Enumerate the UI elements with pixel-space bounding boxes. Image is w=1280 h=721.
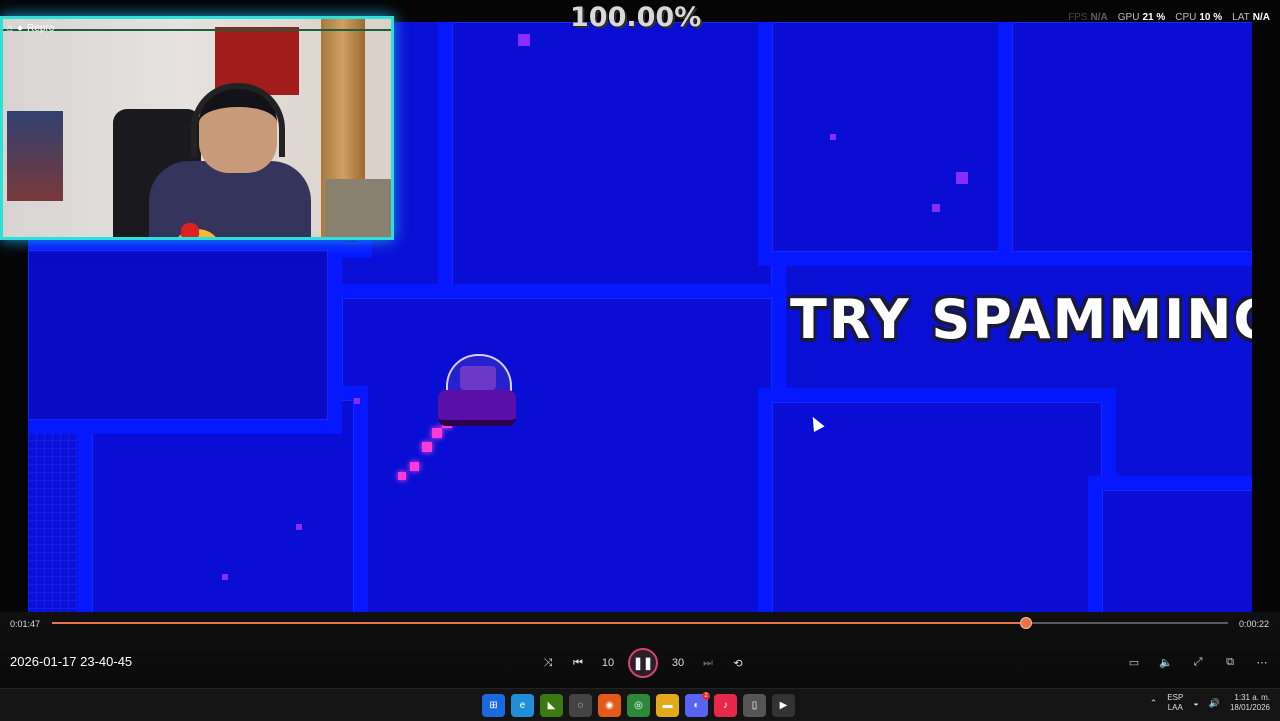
previous-button[interactable]: ⏮ — [568, 653, 588, 673]
taskbar-apps: ⊞ e ◣ ◌ ◉ ◎ ▬ ◐ 2 ♪ ▯ ▶ — [482, 692, 795, 717]
shuffle-button[interactable]: ⤨ — [538, 653, 558, 673]
stat-fps: FPS N/A — [1068, 12, 1108, 23]
volume-icon: 🔈 — [1159, 656, 1173, 669]
hint-text: TRY SPAMMING — [790, 288, 1252, 351]
next-icon: ⏭ — [703, 656, 713, 669]
level-block — [438, 22, 786, 306]
level-block — [1088, 476, 1252, 612]
seek-bar-thumb[interactable] — [1019, 617, 1032, 629]
elapsed-time: 0:01:47 — [10, 619, 41, 629]
overlay-label: Repro — [27, 23, 55, 34]
particle — [956, 172, 968, 184]
clock[interactable]: 1:31 a. m. 18/01/2026 — [1230, 693, 1270, 713]
fullscreen-button[interactable]: ⤢ — [1188, 652, 1208, 672]
miniplayer-button[interactable]: ⧉ — [1220, 652, 1240, 672]
system-tray: ⌃ ESP LAA ◒ 🔊 1:31 a. m. 18/01/2026 — [1150, 693, 1270, 713]
player-ufo-ship — [438, 390, 516, 426]
input-language[interactable]: ESP LAA — [1167, 693, 1183, 713]
record-icon: ● — [17, 23, 24, 34]
particle — [296, 524, 302, 530]
seek-bar-fill — [52, 622, 1026, 624]
captions-button[interactable]: ▭ — [1124, 652, 1144, 672]
pause-button[interactable]: ❚❚ — [628, 648, 658, 678]
tiktok-icon[interactable]: ♪ — [714, 694, 737, 717]
clock-date: 18/01/2026 — [1229, 703, 1270, 712]
pause-icon: ❚❚ — [632, 656, 654, 670]
player-trail — [432, 428, 442, 438]
player-trail — [422, 442, 432, 452]
repeat-icon: ⟲ — [733, 657, 743, 670]
file-explorer-icon[interactable]: ▬ — [656, 694, 679, 717]
rewind-10-button[interactable]: 10 — [598, 653, 618, 673]
particle — [354, 398, 360, 404]
view-controls: ▭ 🔈 ⤢ ⧉ ⋯ — [1124, 652, 1272, 672]
taskbar: ⊞ e ◣ ◌ ◉ ◎ ▬ ◐ 2 ♪ ▯ ▶ ⌃ ESP LAA ◒ 🔊 1:31 a. m. 18… — [0, 688, 1280, 721]
video-area[interactable]: TRY SPAMMING 100.00% FPS N/A GPU 21 % CPU 1… — [0, 0, 1280, 612]
player-trail — [398, 472, 406, 480]
shuffle-icon: ⤨ — [543, 656, 553, 669]
nvidia-icon[interactable]: ◣ — [540, 694, 563, 717]
start-icon[interactable]: ⊞ — [482, 694, 505, 717]
level-block — [758, 22, 1026, 266]
wifi-icon[interactable]: ◒ — [1193, 698, 1198, 708]
level-block — [998, 22, 1252, 266]
media-controls: 0:01:47 0:00:22 2026-01-17 23-40-45 ⤨ ⏮ … — [0, 612, 1280, 688]
stat-cpu: CPU 10 % — [1175, 12, 1223, 23]
webcam-shelf — [7, 111, 63, 201]
particle — [932, 204, 940, 212]
notification-badge: 2 — [702, 692, 710, 700]
volume-button[interactable]: 🔈 — [1156, 652, 1176, 672]
miniplayer-icon: ⧉ — [1226, 655, 1234, 668]
video-title: 2026-01-17 23-40-45 — [10, 654, 133, 669]
captions-icon: ▭ — [1128, 656, 1140, 669]
remaining-time: 0:00:22 — [1238, 619, 1269, 629]
seek-bar[interactable] — [52, 617, 1228, 629]
orange-app-icon[interactable]: ◉ — [598, 694, 621, 717]
more-options-button[interactable]: ⋯ — [1252, 652, 1272, 672]
discord-icon[interactable]: ◐ 2 — [685, 692, 710, 717]
previous-icon: ⏮ — [573, 656, 583, 669]
clock-time: 1:31 a. m. — [1234, 693, 1270, 702]
forward-icon: 30 — [671, 657, 685, 669]
level-block — [328, 284, 786, 612]
home-icon: ⌂ — [7, 23, 14, 34]
chrome-icon[interactable]: ◎ — [627, 694, 650, 717]
player-icon — [460, 366, 496, 390]
level-progress-percent: 100.00% — [570, 2, 702, 33]
webcam-overlay: ⌂ ● Repro — [0, 16, 394, 240]
playback-controls: ⤨ ⏮ 10 ❚❚ 30 ⏭ ⟲ — [538, 648, 748, 678]
usb-icon[interactable]: ▯ — [743, 694, 766, 717]
clock-app-icon[interactable]: ◌ — [569, 694, 592, 717]
player-trail — [410, 462, 419, 471]
tray-volume-icon[interactable]: 🔊 — [1209, 698, 1220, 709]
repeat-button[interactable]: ⟲ — [728, 653, 748, 673]
tray-overflow-icon[interactable]: ⌃ — [1150, 698, 1158, 709]
webcam-header: ⌂ ● Repro — [7, 23, 54, 34]
santa-hat-icon — [181, 223, 199, 237]
christmas-lights — [3, 19, 391, 31]
edge-icon[interactable]: e — [511, 694, 534, 717]
stat-gpu: GPU 21 % — [1117, 12, 1166, 23]
rewind-icon: 10 — [601, 657, 615, 669]
particle — [222, 574, 228, 580]
particle — [830, 134, 836, 140]
stat-lat: LAT N/A — [1232, 12, 1270, 23]
performance-stats: FPS N/A GPU 21 % CPU 10 % LAT N/A — [1068, 12, 1270, 23]
level-block — [28, 236, 342, 434]
media-player-icon[interactable]: ▶ — [772, 694, 795, 717]
forward-30-button[interactable]: 30 — [668, 653, 688, 673]
next-button[interactable]: ⏭ — [698, 653, 718, 673]
webcam-desk — [325, 179, 391, 237]
more-icon: ⋯ — [1256, 656, 1268, 669]
fullscreen-icon: ⤢ — [1193, 655, 1203, 668]
particle — [518, 34, 530, 46]
